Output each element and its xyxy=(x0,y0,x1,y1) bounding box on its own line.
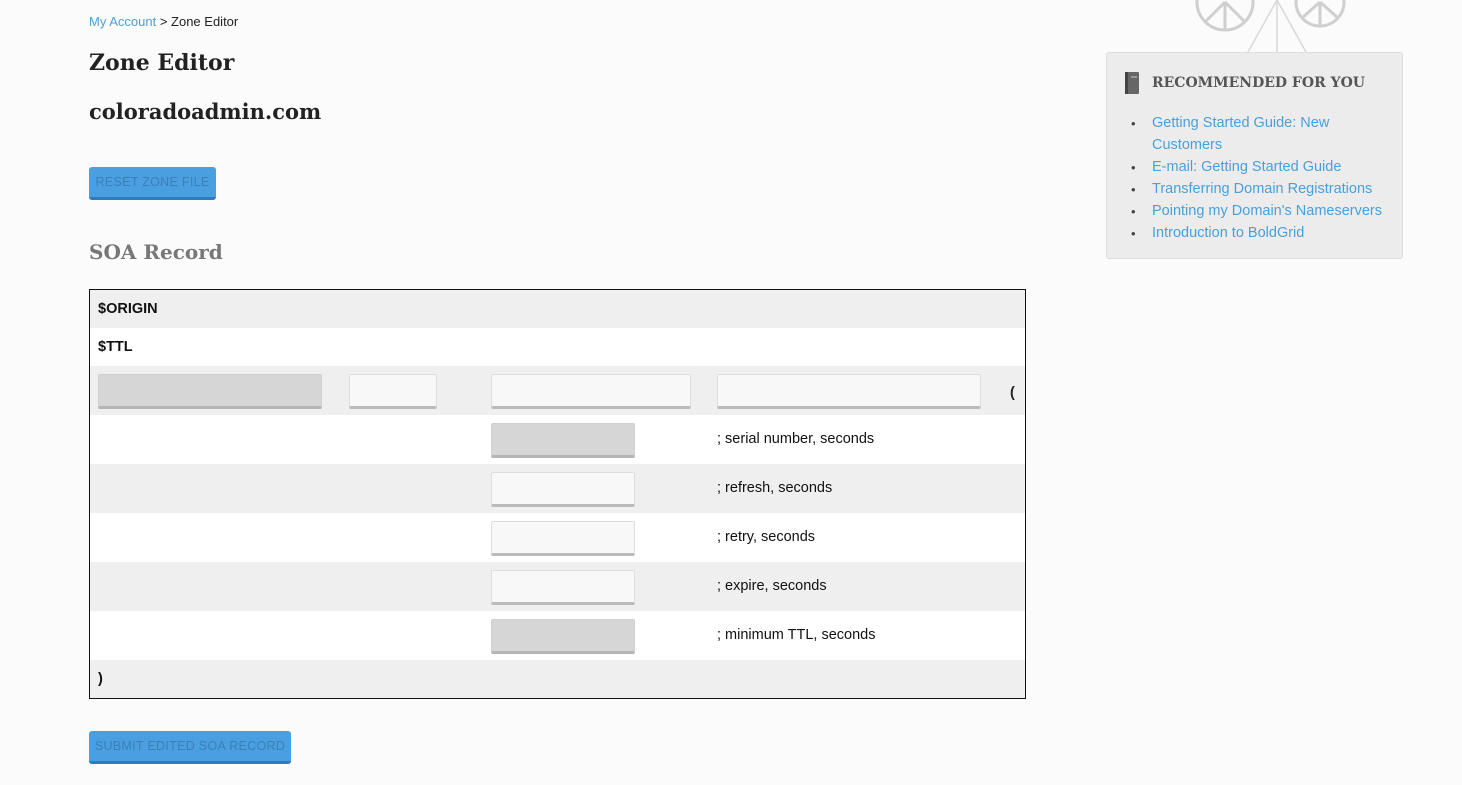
retry-row: ; retry, seconds xyxy=(90,513,1025,562)
soa-main-row: ( xyxy=(90,366,1025,415)
origin-label: $ORIGIN xyxy=(98,301,158,317)
recommended-link[interactable]: Getting Started Guide: New Customers xyxy=(1131,113,1392,156)
submit-soa-record-button[interactable]: SUBMIT EDITED SOA RECORD xyxy=(89,731,291,764)
soa-primary-ns-field[interactable] xyxy=(491,374,691,409)
recommended-link[interactable]: Transferring Domain Registrations xyxy=(1131,179,1392,201)
soa-admin-email-field[interactable] xyxy=(717,374,981,409)
origin-row: $ORIGIN xyxy=(90,290,1025,328)
wheel-decoration-icon xyxy=(1195,0,1346,52)
refresh-row: ; refresh, seconds xyxy=(90,464,1025,513)
soa-name-field[interactable] xyxy=(98,374,322,409)
minimum-ttl-comment: ; minimum TTL, seconds xyxy=(717,627,876,643)
retry-field[interactable] xyxy=(491,521,635,556)
book-icon xyxy=(1125,72,1139,94)
breadcrumb-current: Zone Editor xyxy=(171,14,239,29)
open-paren: ( xyxy=(1010,385,1015,401)
soa-section-title: SOA Record xyxy=(89,240,223,264)
ttl-label: $TTL xyxy=(98,339,133,355)
recommended-link[interactable]: Introduction to BoldGrid xyxy=(1131,223,1392,245)
sidebar-heading: RECOMMENDED FOR YOU xyxy=(1152,75,1365,91)
minimum-ttl-row: ; minimum TTL, seconds xyxy=(90,611,1025,660)
close-paren-row: ) xyxy=(90,660,1025,698)
recommended-links-list: Getting Started Guide: New Customers E-m… xyxy=(1131,113,1392,245)
serial-field[interactable] xyxy=(491,423,635,458)
serial-row: ; serial number, seconds xyxy=(90,415,1025,464)
expire-field[interactable] xyxy=(491,570,635,605)
retry-comment: ; retry, seconds xyxy=(717,529,816,545)
serial-comment: ; serial number, seconds xyxy=(717,431,875,447)
soa-record-table: $ORIGIN $TTL ( ; serial number, seconds … xyxy=(89,289,1026,699)
minimum-ttl-field[interactable] xyxy=(491,619,635,654)
soa-ttl-field[interactable] xyxy=(349,374,437,409)
recommended-link[interactable]: E-mail: Getting Started Guide xyxy=(1131,157,1392,179)
recommended-sidebar: RECOMMENDED FOR YOU Getting Started Guid… xyxy=(1106,52,1403,259)
close-paren: ) xyxy=(98,671,103,687)
breadcrumb: My Account > Zone Editor xyxy=(89,14,238,29)
page-title: Zone Editor xyxy=(89,50,235,76)
ttl-row: $TTL xyxy=(90,328,1025,366)
reset-zone-file-button[interactable]: RESET ZONE FILE xyxy=(89,167,216,200)
breadcrumb-link-my-account[interactable]: My Account xyxy=(89,14,156,29)
recommended-link[interactable]: Pointing my Domain's Nameservers xyxy=(1131,201,1392,223)
domain-title: coloradoadmin.com xyxy=(89,99,322,124)
expire-row: ; expire, seconds xyxy=(90,562,1025,611)
refresh-field[interactable] xyxy=(491,472,635,507)
refresh-comment: ; refresh, seconds xyxy=(717,480,833,496)
breadcrumb-separator: > xyxy=(156,14,172,29)
expire-comment: ; expire, seconds xyxy=(717,578,827,594)
